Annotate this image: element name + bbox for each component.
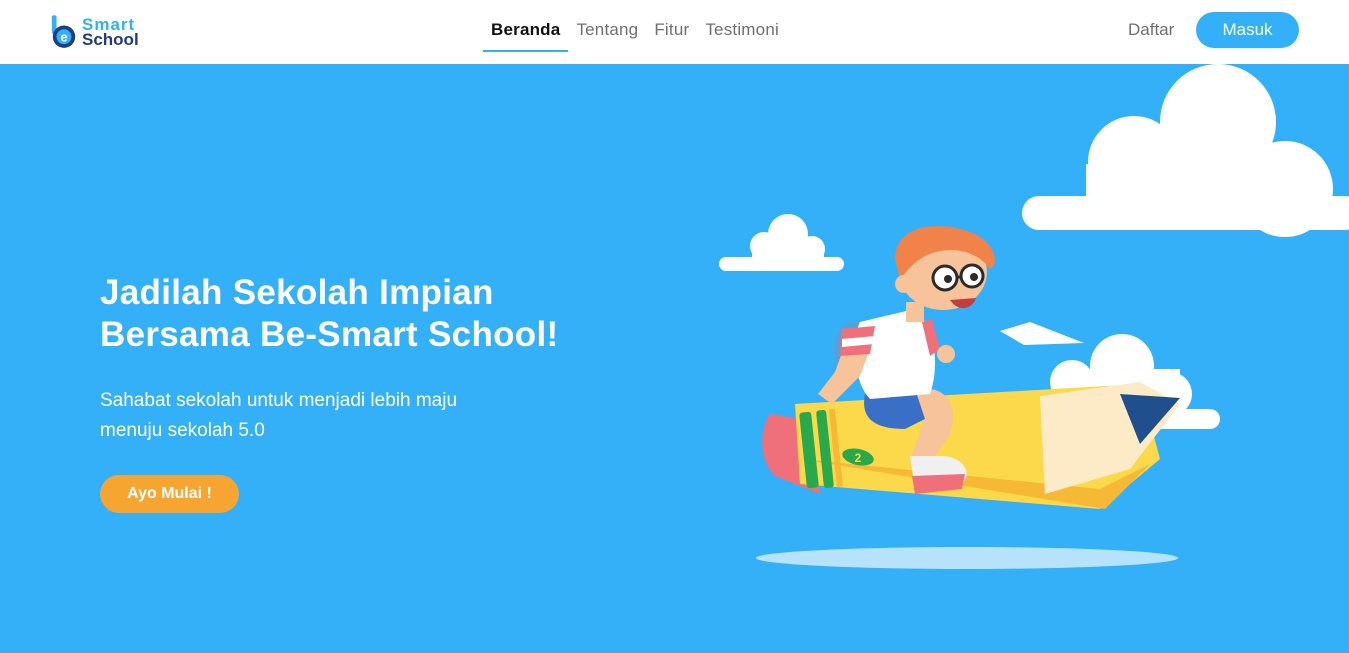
cloud-large xyxy=(1022,64,1349,237)
get-started-button[interactable]: Ayo Mulai ! xyxy=(100,475,239,513)
register-button[interactable]: Daftar xyxy=(1118,20,1184,40)
boy-riding-pencil-illustration: 2 xyxy=(719,64,1349,569)
pencil: 2 xyxy=(762,382,1180,509)
brand-name-line2: School xyxy=(82,30,139,49)
shadow xyxy=(756,547,1178,569)
hero-title-line2: Bersama Be-Smart School! xyxy=(100,315,559,354)
pencil-number: 2 xyxy=(855,451,862,465)
brand-name: Smart School xyxy=(82,16,139,49)
logo-letter: e xyxy=(60,29,67,44)
main-nav: Beranda Tentang Fitur Testimoni xyxy=(483,14,787,52)
be-logo-icon: e xyxy=(51,15,76,48)
paper-plane xyxy=(1000,322,1084,345)
brand-logo[interactable]: e Smart School xyxy=(50,12,160,52)
hero-title: Jadilah Sekolah Impian Bersama Be-Smart … xyxy=(100,272,660,356)
navbar: e Smart School Beranda Tentang Fitur Tes… xyxy=(0,0,1349,64)
nav-item-tentang[interactable]: Tentang xyxy=(568,14,646,52)
hero-title-line1: Jadilah Sekolah Impian xyxy=(100,273,494,312)
cloud-small xyxy=(719,214,844,271)
hero-subtitle-line1: Sahabat sekolah untuk menjadi lebih maju xyxy=(100,390,458,411)
nav-item-fitur[interactable]: Fitur xyxy=(646,14,697,52)
login-button[interactable]: Masuk xyxy=(1196,12,1299,48)
hero-section: Jadilah Sekolah Impian Bersama Be-Smart … xyxy=(0,64,1349,653)
nav-item-testimoni[interactable]: Testimoni xyxy=(697,14,787,52)
hero-subtitle: Sahabat sekolah untuk menjadi lebih maju… xyxy=(100,386,520,446)
hero-subtitle-line2: menuju sekolah 5.0 xyxy=(100,420,265,441)
nav-item-beranda[interactable]: Beranda xyxy=(483,14,569,52)
